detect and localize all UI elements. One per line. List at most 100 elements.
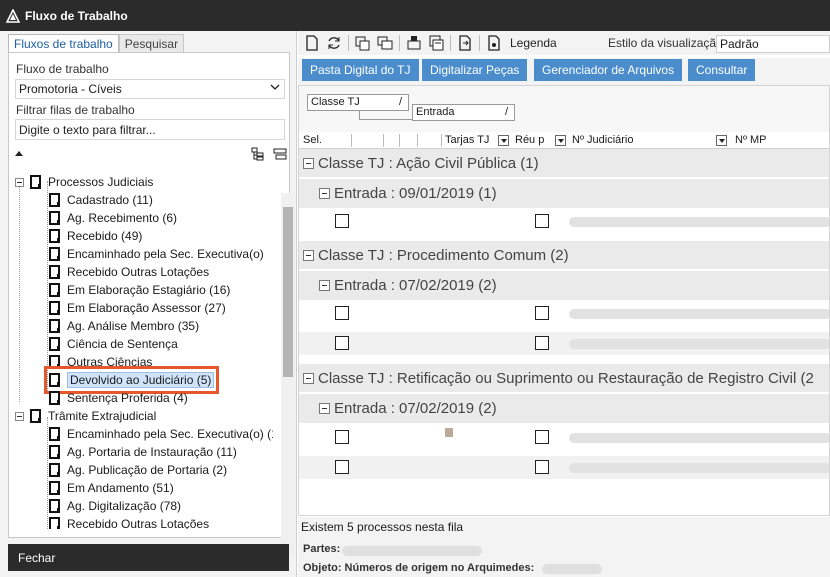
subgroup-label: Entrada : 07/02/2019 (2) xyxy=(334,400,497,417)
row-checkbox[interactable] xyxy=(535,214,549,228)
consultar-button[interactable]: Consultar xyxy=(688,59,756,81)
copy-icon[interactable] xyxy=(355,35,371,51)
legend-label[interactable]: Legenda xyxy=(510,36,557,50)
group-row[interactable]: Classe TJ : Ação Civil Pública (1) xyxy=(299,149,829,177)
tree-item[interactable]: Ag. Publicação de Portaria (2) xyxy=(49,461,227,479)
view-style-select[interactable]: Padrão xyxy=(716,35,830,53)
table-row[interactable] xyxy=(299,210,829,233)
tree-group-processos[interactable]: Processos Judiciais xyxy=(15,173,153,191)
document-icon xyxy=(49,301,60,315)
document-icon xyxy=(49,427,60,441)
collapse-toggle-icon[interactable] xyxy=(319,403,330,414)
tab-pesquisar[interactable]: Pesquisar xyxy=(118,34,185,53)
forward-document-icon[interactable] xyxy=(457,35,473,51)
tree-item-label: Devolvido ao Judiciário (5) xyxy=(67,372,215,388)
column-filter-icon[interactable] xyxy=(555,135,566,146)
collapse-up-icon[interactable] xyxy=(14,149,24,157)
toolbar: Legenda Estilo da visualização Padrão xyxy=(298,31,830,55)
legend-icon[interactable] xyxy=(486,35,502,51)
select-checkbox[interactable] xyxy=(335,460,349,474)
title-bar: Fluxo de Trabalho xyxy=(0,0,830,31)
subgroup-row[interactable]: Entrada : 09/01/2019 (1) xyxy=(299,179,829,208)
chevron-down-icon xyxy=(270,84,280,90)
expand-tree-icon[interactable] xyxy=(251,147,265,161)
collapse-toggle-icon[interactable] xyxy=(319,188,330,199)
tab-fluxos[interactable]: Fluxos de trabalho xyxy=(8,34,119,53)
tree-vertical-scrollbar[interactable] xyxy=(281,193,295,556)
collapse-toggle-icon[interactable] xyxy=(303,249,314,261)
row-checkbox[interactable] xyxy=(535,336,549,350)
tree-item[interactable]: Recebido Outras Lotações xyxy=(49,263,209,281)
new-document-icon[interactable] xyxy=(304,35,320,51)
tree-item[interactable]: Encaminhado pela Sec. Executiva(o) (1) xyxy=(49,425,273,443)
group-row[interactable]: Classe TJ : Retificação ou Suprimento ou… xyxy=(299,364,829,392)
group-chip-classe[interactable]: Classe TJ / xyxy=(307,94,409,111)
document-icon xyxy=(49,247,60,261)
column-reu[interactable]: Réu p xyxy=(515,134,544,146)
column-sel[interactable]: Sel. xyxy=(303,134,322,146)
scanner-icon[interactable] xyxy=(406,35,422,51)
workflow-label: Fluxo de trabalho xyxy=(16,62,109,76)
select-checkbox[interactable] xyxy=(335,306,349,320)
select-checkbox[interactable] xyxy=(335,336,349,350)
collapse-toggle-icon[interactable] xyxy=(303,157,314,169)
tree-item[interactable]: Em Elaboração Estagiário (16) xyxy=(49,281,230,299)
collapse-toggle-icon[interactable] xyxy=(15,177,24,187)
table-row[interactable] xyxy=(299,426,829,449)
subgroup-row[interactable]: Entrada : 07/02/2019 (2) xyxy=(299,271,829,300)
filter-input[interactable]: Digite o texto para filtrar... xyxy=(15,119,285,140)
column-numero[interactable]: Nº Judiciário xyxy=(572,134,633,146)
tree-item[interactable]: Sentença Proferida (4) xyxy=(49,389,188,407)
tree-item[interactable]: Encaminhado pela Sec. Executiva(o) xyxy=(49,245,264,263)
tree-item[interactable]: Recebido (49) xyxy=(49,227,142,245)
scrollbar-thumb[interactable] xyxy=(283,207,293,377)
workflow-select[interactable]: Promotoria - Cíveis xyxy=(15,79,285,99)
tree-item-label: Ag. Publicação de Portaria (2) xyxy=(67,463,228,477)
window-icon[interactable] xyxy=(377,35,393,51)
tree-item[interactable]: Em Andamento (51) xyxy=(49,479,174,497)
process-count-text: Existem 5 processos nesta fila xyxy=(301,520,464,534)
tree-item[interactable]: Ciência de Sentença xyxy=(49,335,178,353)
tree-item-label: Ag. Portaria de Instauração (11) xyxy=(67,445,237,459)
select-checkbox[interactable] xyxy=(335,430,349,444)
group-row[interactable]: Classe TJ : Procedimento Comum (2) xyxy=(299,241,829,269)
tree-item[interactable]: Ag. Digitalização (78) xyxy=(49,497,181,515)
collapse-toggle-icon[interactable] xyxy=(15,411,24,421)
document-icon xyxy=(49,211,60,225)
row-checkbox[interactable] xyxy=(535,460,549,474)
digitalizar-pecas-button[interactable]: Digitalizar Peças xyxy=(422,59,528,81)
gerenciador-arquivos-button[interactable]: Gerenciador de Arquivos xyxy=(534,59,683,81)
tree-item[interactable]: Ag. Análise Membro (35) xyxy=(49,317,199,335)
export-icon[interactable] xyxy=(428,35,444,51)
group-chip-entrada[interactable]: Entrada / xyxy=(412,104,515,121)
tree-item[interactable]: Outras Ciências xyxy=(49,353,152,371)
column-filter-icon[interactable] xyxy=(716,135,727,146)
tree-item[interactable]: Cadastrado (11) xyxy=(49,191,153,209)
tree-item[interactable]: Recebido Outras Lotações xyxy=(49,515,209,529)
redacted-content xyxy=(542,564,602,574)
tree-group-tramite[interactable]: Trâmite Extrajudicial xyxy=(15,407,156,425)
tree-item[interactable]: Ag. Recebimento (6) xyxy=(49,209,177,227)
row-checkbox[interactable] xyxy=(535,306,549,320)
close-button[interactable]: Fechar xyxy=(8,544,289,571)
table-row[interactable] xyxy=(299,302,829,325)
select-checkbox[interactable] xyxy=(335,214,349,228)
column-tarjas[interactable]: Tarjas TJ xyxy=(445,134,489,146)
column-filter-icon[interactable] xyxy=(498,135,509,146)
collapse-toggle-icon[interactable] xyxy=(319,280,330,291)
table-row[interactable] xyxy=(299,456,829,479)
tree-item[interactable]: Ag. Portaria de Instauração (11) xyxy=(49,443,237,461)
tree-group-label: Trâmite Extrajudicial xyxy=(48,409,157,423)
tree-item-label: Ag. Digitalização (78) xyxy=(67,499,182,513)
pasta-digital-button[interactable]: Pasta Digital do TJ xyxy=(302,59,419,81)
collapse-tree-icon[interactable] xyxy=(273,147,287,161)
tree-item-selected[interactable]: Devolvido ao Judiciário (5) xyxy=(43,366,220,394)
refresh-icon[interactable] xyxy=(326,35,342,51)
subgroup-row[interactable]: Entrada : 07/02/2019 (2) xyxy=(299,394,829,423)
tree-item[interactable]: Em Elaboração Assessor (27) xyxy=(49,299,226,317)
table-row[interactable] xyxy=(299,332,829,355)
column-mp[interactable]: Nº MP xyxy=(735,134,767,146)
collapse-toggle-icon[interactable] xyxy=(303,372,314,384)
subgroup-label: Entrada : 09/01/2019 (1) xyxy=(334,185,497,202)
row-checkbox[interactable] xyxy=(535,430,549,444)
